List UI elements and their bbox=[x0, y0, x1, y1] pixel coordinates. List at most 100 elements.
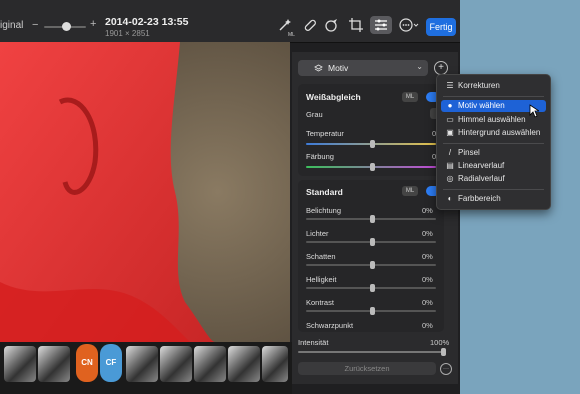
wb-temperature-slider[interactable] bbox=[306, 140, 436, 148]
adjust-icon[interactable] bbox=[370, 16, 392, 34]
menu-item-radial-gradient[interactable]: ◎ Radialverlauf bbox=[441, 173, 546, 185]
shadows-label: Schatten bbox=[306, 252, 336, 261]
crop-icon[interactable] bbox=[348, 17, 364, 33]
zoom-slider[interactable] bbox=[44, 22, 86, 31]
menu-item-label: Himmel auswählen bbox=[458, 115, 526, 124]
filmstrip-badge-cn[interactable]: CN bbox=[76, 344, 98, 382]
exposure-value: 0% bbox=[422, 206, 433, 215]
mask-layers-icon bbox=[314, 64, 323, 72]
zoom-in-button[interactable]: + bbox=[90, 18, 96, 30]
done-button[interactable]: Fertig bbox=[426, 18, 456, 36]
ml-tag: ML bbox=[288, 32, 295, 38]
slider-knob[interactable] bbox=[370, 284, 375, 292]
add-mask-menu: ☰ Korrekturen ● Motiv wählen ▭ Himmel auswä… bbox=[436, 74, 551, 210]
intensity-label: Intensität bbox=[298, 338, 329, 347]
highlights-slider[interactable] bbox=[306, 238, 436, 246]
thumbnail[interactable] bbox=[160, 346, 192, 382]
photo-date: 2014-02-23 13:55 bbox=[105, 16, 189, 28]
slider-knob[interactable] bbox=[370, 140, 375, 148]
thumbnail[interactable] bbox=[194, 346, 226, 382]
wb-temperature-label: Temperatur bbox=[306, 129, 344, 138]
sky-icon: ▭ bbox=[446, 115, 454, 124]
menu-separator bbox=[443, 143, 544, 144]
exposure-label: Belichtung bbox=[306, 206, 342, 215]
filmstrip-badge-cf[interactable]: CF bbox=[100, 344, 122, 382]
blackpoint-value: 0% bbox=[422, 321, 433, 330]
slider-knob[interactable] bbox=[370, 307, 375, 315]
shadows-value: 0% bbox=[422, 252, 433, 261]
original-toggle[interactable]: iginal bbox=[0, 20, 23, 31]
slider-knob[interactable] bbox=[441, 348, 446, 356]
brightness-slider[interactable] bbox=[306, 284, 436, 292]
slider-knob[interactable] bbox=[370, 238, 375, 246]
sliders-icon: ☰ bbox=[446, 81, 454, 90]
menu-item-label: Linearverlauf bbox=[458, 161, 505, 170]
whitebalance-ml-button[interactable]: ML bbox=[402, 92, 418, 102]
highlights-label: Lichter bbox=[306, 229, 329, 238]
contrast-slider[interactable] bbox=[306, 307, 436, 315]
menu-separator bbox=[443, 189, 544, 190]
mask-select-label: Motiv bbox=[328, 63, 349, 73]
wb-tint-label: Färbung bbox=[306, 152, 334, 161]
menu-item-label: Pinsel bbox=[458, 148, 480, 157]
zoom-slider-knob[interactable] bbox=[62, 22, 71, 31]
contrast-value: 0% bbox=[422, 298, 433, 307]
bandage-icon[interactable] bbox=[302, 17, 318, 33]
add-mask-icon[interactable]: + bbox=[434, 61, 448, 75]
thumbnail[interactable] bbox=[262, 346, 288, 382]
toolbar: iginal − + 2014-02-23 13:55 1901 × 2851 … bbox=[0, 0, 460, 43]
shadows-slider[interactable] bbox=[306, 261, 436, 269]
standard-title: Standard bbox=[306, 187, 343, 197]
more-icon[interactable] bbox=[398, 17, 420, 33]
brush-icon: / bbox=[448, 148, 452, 157]
menu-separator bbox=[443, 96, 544, 97]
menu-item-linear-gradient[interactable]: ▤ Linearverlauf bbox=[441, 160, 546, 172]
blackpoint-label: Schwarzpunkt bbox=[306, 321, 354, 330]
radial-gradient-icon: ◎ bbox=[446, 174, 454, 183]
thumbnail[interactable] bbox=[228, 346, 260, 382]
exposure-slider[interactable] bbox=[306, 215, 436, 223]
whitebalance-title: Weißabgleich bbox=[306, 92, 361, 102]
standard-section: Standard ML Belichtung 0% Lichter 0% Sch… bbox=[298, 180, 444, 332]
linear-gradient-icon: ▤ bbox=[446, 161, 454, 170]
menu-item-label: Motiv wählen bbox=[458, 101, 505, 110]
mouse-cursor-icon bbox=[529, 104, 539, 118]
background-icon: ▣ bbox=[446, 128, 454, 137]
panel-options-icon[interactable]: ··· bbox=[440, 363, 452, 375]
standard-ml-button[interactable]: ML bbox=[402, 186, 418, 196]
slider-knob[interactable] bbox=[370, 261, 375, 269]
brightness-label: Helligkeit bbox=[306, 275, 337, 284]
wb-grau-label: Grau bbox=[306, 110, 323, 119]
thumbnail[interactable] bbox=[38, 346, 70, 382]
menu-item-label: Hintergrund auswählen bbox=[458, 128, 541, 137]
thumbnail[interactable] bbox=[126, 346, 158, 382]
contrast-label: Kontrast bbox=[306, 298, 334, 307]
reset-button[interactable]: Zurücksetzen bbox=[298, 362, 436, 375]
highlights-value: 0% bbox=[422, 229, 433, 238]
slider-knob[interactable] bbox=[370, 163, 375, 171]
magic-ml-icon[interactable]: ML bbox=[278, 17, 295, 38]
editor-window: iginal − + 2014-02-23 13:55 1901 × 2851 … bbox=[0, 0, 460, 394]
photo-dimensions: 1901 × 2851 bbox=[105, 29, 150, 38]
person-icon: ● bbox=[447, 101, 453, 110]
slider-knob[interactable] bbox=[370, 215, 375, 223]
color-range-icon: ◐ bbox=[447, 194, 453, 203]
zoom-out-button[interactable]: − bbox=[32, 19, 38, 31]
wb-tint-slider[interactable] bbox=[306, 163, 436, 171]
menu-item-select-background[interactable]: ▣ Hintergrund auswählen bbox=[441, 127, 546, 139]
brightness-value: 0% bbox=[422, 275, 433, 284]
whitebalance-section: Weißabgleich ML Grau Temperatur 0 Färbun… bbox=[298, 84, 444, 176]
menu-item-label: Radialverlauf bbox=[458, 174, 505, 183]
retouch-icon[interactable] bbox=[324, 17, 340, 33]
mask-select[interactable]: Motiv ⌄ bbox=[298, 60, 428, 76]
intensity-value: 100% bbox=[430, 338, 450, 347]
intensity-slider[interactable] bbox=[298, 348, 446, 356]
thumbnail[interactable] bbox=[4, 346, 36, 382]
menu-item-brush[interactable]: / Pinsel bbox=[441, 147, 546, 159]
menu-item-corrections[interactable]: ☰ Korrekturen bbox=[441, 80, 546, 92]
filmstrip: CN CF bbox=[0, 342, 292, 394]
adjustments-panel: Motiv ⌄ + Weißabgleich ML Grau Temperatu… bbox=[292, 52, 458, 384]
menu-item-color-range[interactable]: ◐ Farbbereich bbox=[441, 193, 546, 205]
photo-canvas[interactable] bbox=[0, 42, 290, 342]
menu-item-label: Korrekturen bbox=[458, 81, 500, 90]
